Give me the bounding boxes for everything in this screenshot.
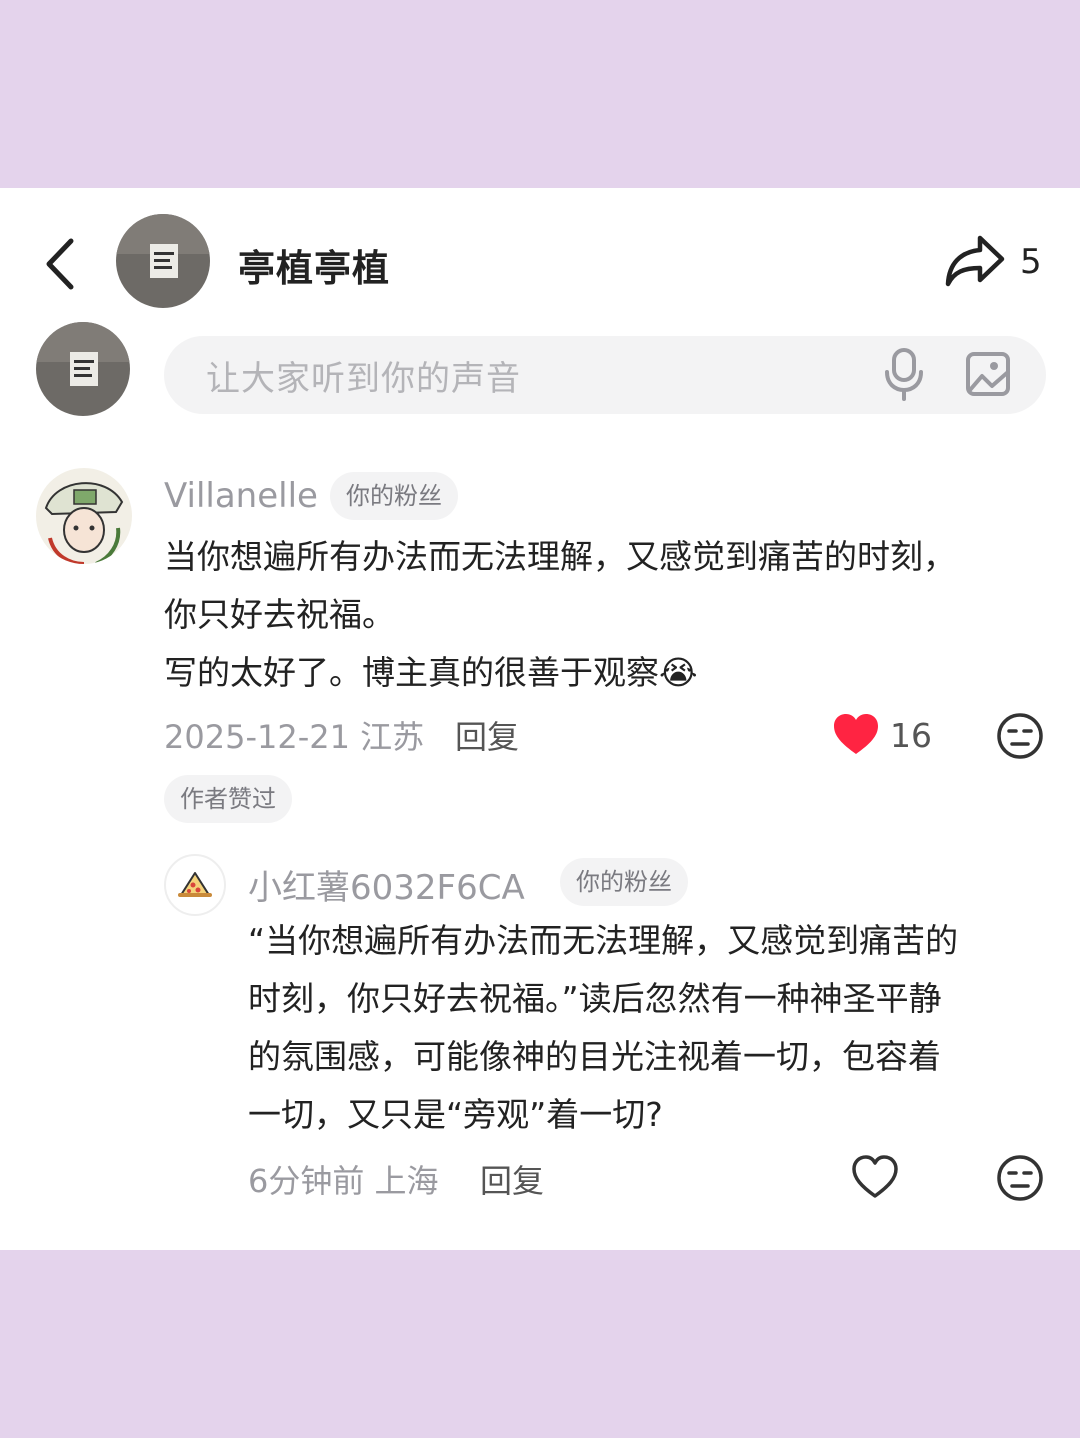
commenter-avatar[interactable] <box>164 854 226 916</box>
bottom-background-band <box>0 1250 1080 1438</box>
reply-button[interactable]: 回复 <box>480 1156 544 1202</box>
reply-button[interactable]: 回复 <box>455 712 519 758</box>
commenter-avatar[interactable] <box>36 468 132 564</box>
comment-line: 写的太好了。博主真的很善于观察😭 <box>164 653 698 692</box>
image-icon <box>966 352 1010 396</box>
comment-line: 你只好去祝福。 <box>164 595 395 634</box>
neutral-face-icon[interactable] <box>996 712 1044 760</box>
comments-panel: 亭植亭植 5 让大家听到你的声音 Villanelle 你的粉丝 当你想遍所有办… <box>0 188 1080 1250</box>
comment-date-location: 6分钟前 上海 <box>248 1162 439 1200</box>
top-background-band <box>0 0 1080 188</box>
page-title: 亭植亭植 <box>238 247 390 290</box>
comment-text: “当你想遍所有办法而无法理解，又感觉到痛苦的 时刻，你只好去祝福。”读后忽然有一… <box>248 912 1048 1144</box>
fan-badge: 你的粉丝 <box>330 472 458 520</box>
author-avatar[interactable] <box>116 214 210 308</box>
fan-badge: 你的粉丝 <box>560 858 688 906</box>
like-count: 16 <box>890 716 932 755</box>
comment-line: 一切，又只是“旁观”着一切? <box>248 1095 663 1134</box>
comment-line: 当你想遍所有办法而无法理解，又感觉到痛苦的时刻， <box>164 537 956 576</box>
share-icon <box>945 235 1005 287</box>
author-liked-badge: 作者赞过 <box>164 775 292 823</box>
heart-icon[interactable] <box>851 1154 899 1200</box>
neutral-face-icon[interactable] <box>996 1154 1044 1202</box>
back-button[interactable] <box>36 236 84 292</box>
comment-line: “当你想遍所有办法而无法理解，又感觉到痛苦的 <box>248 921 959 960</box>
image-upload-button[interactable] <box>964 346 1012 404</box>
comment-username[interactable]: Villanelle <box>164 476 318 516</box>
my-avatar[interactable] <box>36 322 130 416</box>
microphone-icon <box>885 348 923 401</box>
pizza-avatar-icon <box>178 872 212 897</box>
comment-input[interactable]: 让大家听到你的声音 <box>164 336 1046 414</box>
comment-line: 时刻，你只好去祝福。”读后忽然有一种神圣平静 <box>248 979 942 1018</box>
heart-icon[interactable] <box>832 712 880 756</box>
comment-date-location: 2025-12-21 江苏 <box>164 718 425 756</box>
comment-input-placeholder: 让大家听到你的声音 <box>206 359 521 399</box>
share-button[interactable] <box>944 232 1006 290</box>
voice-input-button[interactable] <box>882 344 926 404</box>
comment-line: 的氛围感，可能像神的目光注视着一切，包容着 <box>248 1037 941 1076</box>
back-arrow-icon <box>46 238 74 290</box>
share-count: 5 <box>1020 242 1042 282</box>
comment-username[interactable]: 小红薯6032F6CA <box>248 860 525 909</box>
comment-text: 当你想遍所有办法而无法理解，又感觉到痛苦的时刻， 你只好去祝福。 写的太好了。博… <box>164 528 1044 702</box>
